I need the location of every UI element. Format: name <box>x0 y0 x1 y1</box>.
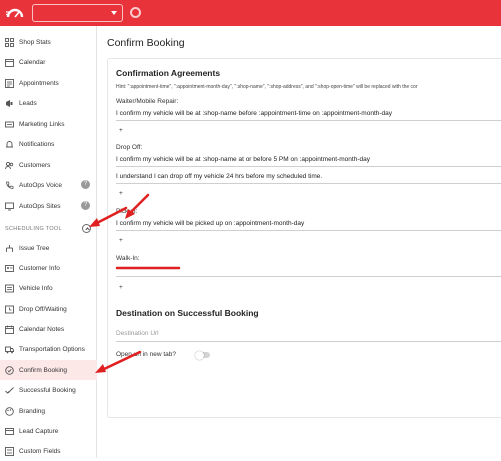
new-tab-label: Open url in new tab? <box>116 351 176 358</box>
dropoff-label: Drop Off: <box>116 144 143 151</box>
help-icon[interactable]: ? <box>81 180 90 189</box>
sidebar-item-label: Calendar Notes <box>19 325 65 333</box>
sidebar-item-custom-fields[interactable]: Custom Fields <box>0 441 97 461</box>
waiter-agreement-input[interactable]: I confirm my vehicle will be at :shop-na… <box>116 110 392 117</box>
pickup-agreement-input[interactable]: I confirm my vehicle will be picked up o… <box>116 220 304 227</box>
sidebar-item-shop-stats[interactable]: Shop Stats <box>0 32 97 52</box>
sidebar-item-label: Notifications <box>19 140 55 148</box>
sidebar-item-confirm-booking[interactable]: Confirm Booking <box>0 360 97 380</box>
input-underline <box>116 341 501 342</box>
input-underline <box>116 230 501 231</box>
sidebar-item-lead-capture[interactable]: Lead Capture <box>0 421 97 441</box>
sidebar-item-notifications[interactable]: Notifications <box>0 134 97 154</box>
sidebar-item-leads[interactable]: Leads <box>0 93 97 113</box>
palette-icon <box>5 406 14 416</box>
form-icon <box>5 446 14 456</box>
keyboard-icon <box>5 120 14 129</box>
checkmark-icon <box>5 386 14 395</box>
sidebar-item-appointments[interactable]: Appointments <box>0 73 97 93</box>
hint-text: Hint: ":appointment-time", ":appointment… <box>116 84 418 90</box>
sidebar-item-label: Calendar <box>19 58 46 66</box>
gear-icon[interactable] <box>130 7 141 18</box>
section-title-agreements: Confirmation Agreements <box>116 68 221 78</box>
input-underline <box>116 276 501 277</box>
input-underline <box>116 183 501 184</box>
toggle-knob <box>195 350 204 360</box>
sidebar-item-label: Customers <box>19 161 51 169</box>
page-title: Confirm Booking <box>107 37 185 49</box>
bell-icon <box>5 140 14 149</box>
input-underline <box>116 166 501 167</box>
sidebar-item-label: Custom Fields <box>19 447 61 455</box>
phone-icon <box>5 181 14 190</box>
section-title-destination: Destination on Successful Booking <box>116 308 259 318</box>
sidebar-item-autoops-voice[interactable]: AutoOps Voice ? <box>0 175 97 195</box>
sidebar-item-label: Lead Capture <box>19 427 59 435</box>
car-icon <box>5 284 14 293</box>
card-icon <box>5 427 14 436</box>
sidebar-item-transportation-options[interactable]: Transportation Options <box>0 339 97 359</box>
sidebar-item-successful-booking[interactable]: Successful Booking <box>0 380 97 400</box>
tree-icon <box>5 244 14 253</box>
sidebar-item-label: AutoOps Voice <box>19 181 62 189</box>
add-pickup-agreement-button[interactable]: + <box>119 237 123 244</box>
users-icon <box>5 161 14 170</box>
monitor-icon <box>5 202 14 211</box>
calendar-note-icon <box>5 325 14 334</box>
input-underline <box>116 120 501 121</box>
walkin-label: Walk-In: <box>116 255 140 262</box>
add-waiter-agreement-button[interactable]: + <box>119 127 123 134</box>
chevron-down-icon <box>111 11 117 15</box>
pickup-label: Pickup: <box>116 208 138 215</box>
id-card-icon <box>5 264 14 273</box>
sidebar-item-label: Drop Off/Waiting <box>19 305 67 313</box>
sidebar-item-label: Vehicle Info <box>19 284 53 292</box>
sidebar-item-label: Leads <box>19 99 37 107</box>
sidebar-item-label: AutoOps Sites <box>19 202 61 210</box>
sidebar-item-vehicle-info[interactable]: Vehicle Info <box>0 278 97 298</box>
sidebar-item-label: Customer Info <box>19 264 60 272</box>
sidebar-item-label: Branding <box>19 407 46 415</box>
sidebar-item-label: Transportation Options <box>19 345 85 353</box>
truck-icon <box>5 345 14 354</box>
sidebar-item-calendar-notes[interactable]: Calendar Notes <box>0 319 97 339</box>
sidebar-item-marketing-links[interactable]: Marketing Links <box>0 114 97 134</box>
sidebar-item-calendar[interactable]: Calendar <box>0 52 97 72</box>
sidebar-item-label: Appointments <box>19 79 59 87</box>
sidebar-item-autoops-sites[interactable]: AutoOps Sites ? <box>0 196 97 216</box>
sidebar-item-branding[interactable]: Branding <box>0 401 97 421</box>
badge-check-icon <box>5 365 14 375</box>
waiter-label: Waiter/Mobile Repair: <box>116 98 179 105</box>
dropoff-agreement-input-1[interactable]: I confirm my vehicle will be at :shop-na… <box>116 156 370 163</box>
calendar-icon <box>5 58 14 67</box>
speedometer-logo-icon[interactable] <box>6 6 24 20</box>
clock-icon <box>5 305 14 314</box>
sidebar-item-label: Marketing Links <box>19 120 65 128</box>
top-bar <box>0 0 501 26</box>
destination-url-input[interactable]: Destination Url <box>116 330 159 337</box>
sidebar-item-drop-off-waiting[interactable]: Drop Off/Waiting <box>0 299 97 319</box>
shop-select[interactable] <box>32 4 123 22</box>
sidebar-item-label: Shop Stats <box>19 38 51 46</box>
dropoff-agreement-input-2[interactable]: I understand I can drop off my vehicle 2… <box>116 173 322 180</box>
section-scheduling-tool: SCHEDULING TOOL <box>5 226 62 232</box>
chevron-up-icon[interactable] <box>82 224 91 233</box>
grid-icon <box>5 37 14 47</box>
sidebar-item-label: Issue Tree <box>19 244 50 252</box>
sidebar-item-issue-tree[interactable]: Issue Tree <box>0 238 97 258</box>
help-icon[interactable]: ? <box>81 201 90 210</box>
sidebar-item-customer-info[interactable]: Customer Info <box>0 258 97 278</box>
sidebar-item-customers[interactable]: Customers <box>0 155 97 175</box>
sidebar-item-label: Successful Booking <box>19 386 76 394</box>
new-tab-toggle[interactable] <box>195 350 210 360</box>
sidebar-item-label: Confirm Booking <box>19 366 68 374</box>
add-dropoff-agreement-button[interactable]: + <box>119 190 123 197</box>
megaphone-icon <box>5 99 14 108</box>
add-walkin-agreement-button[interactable]: + <box>119 284 123 291</box>
list-icon <box>5 78 14 88</box>
